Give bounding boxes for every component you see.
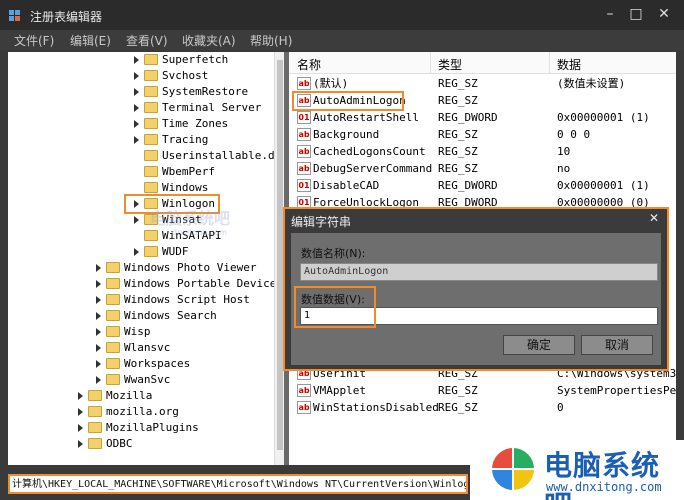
folder-icon xyxy=(106,278,120,289)
dialog-close-icon[interactable]: ✕ xyxy=(649,211,659,225)
expand-arrow-icon[interactable] xyxy=(96,376,101,384)
brand-url: www.dnxitong.com xyxy=(546,480,662,494)
folder-icon xyxy=(106,262,120,273)
title-bar: 注册表编辑器 – □ ✕ xyxy=(0,0,684,30)
value-name-label: 数值名称(N): xyxy=(301,247,366,260)
windows-logo-icon xyxy=(492,448,534,490)
expand-arrow-icon[interactable] xyxy=(96,360,101,368)
menu-bar: 文件(F) 编辑(E) 查看(V) 收藏夹(A) 帮助(H) xyxy=(0,30,684,50)
header-name[interactable]: 名称 xyxy=(297,56,321,73)
watermark-url: dnxitong.com xyxy=(172,228,227,237)
folder-icon xyxy=(144,102,158,113)
string-value-icon: ab xyxy=(297,401,311,414)
expand-arrow-icon[interactable] xyxy=(96,296,101,304)
folder-icon xyxy=(144,166,158,177)
folder-icon xyxy=(106,294,120,305)
expand-arrow-icon[interactable] xyxy=(134,88,139,96)
regedit-icon xyxy=(9,10,20,21)
expand-arrow-icon[interactable] xyxy=(96,312,101,320)
value-row[interactable]: ab (默认) REG_SZ (数值未设置) xyxy=(289,75,676,92)
minimize-button[interactable]: – xyxy=(598,4,622,24)
column-divider xyxy=(549,52,550,74)
expand-arrow-icon[interactable] xyxy=(96,280,101,288)
string-value-icon: ab xyxy=(297,162,311,175)
value-row[interactable]: 01 AutoRestartShell REG_DWORD 0x00000001 (1… xyxy=(289,109,676,126)
watermark-text: 电脑系统吧 xyxy=(150,209,231,228)
menu-help[interactable]: 帮助(H) xyxy=(250,32,292,49)
expand-arrow-icon[interactable] xyxy=(78,408,83,416)
expand-arrow-icon[interactable] xyxy=(134,56,139,64)
string-value-icon: ab xyxy=(297,145,311,158)
folder-icon xyxy=(144,54,158,65)
folder-icon xyxy=(144,150,158,161)
expand-arrow-icon[interactable] xyxy=(134,216,139,224)
header-data[interactable]: 数据 xyxy=(557,56,581,73)
folder-icon xyxy=(106,374,120,385)
ok-button[interactable]: 确定 xyxy=(503,335,575,355)
cancel-button[interactable]: 取消 xyxy=(581,335,653,355)
dword-value-icon: 01 xyxy=(297,111,311,124)
expand-arrow-icon[interactable] xyxy=(96,328,101,336)
folder-icon xyxy=(144,118,158,129)
status-path: 计算机\HKEY_LOCAL_MACHINE\SOFTWARE\Microsof… xyxy=(8,474,468,494)
expand-arrow-icon[interactable] xyxy=(134,72,139,80)
folder-icon xyxy=(106,326,120,337)
dword-value-icon: 01 xyxy=(297,179,311,192)
expand-arrow-icon[interactable] xyxy=(96,344,101,352)
list-header: 名称 类型 数据 xyxy=(289,52,676,74)
folder-icon xyxy=(88,422,102,433)
dialog-title: 编辑字符串 xyxy=(291,215,352,229)
value-row[interactable]: 01 DisableCAD REG_DWORD 0x00000001 (1) xyxy=(289,177,676,194)
menu-edit[interactable]: 编辑(E) xyxy=(70,32,111,49)
folder-icon xyxy=(88,406,102,417)
value-row[interactable]: ab DebugServerCommand REG_SZ no xyxy=(289,160,676,177)
folder-icon xyxy=(106,358,120,369)
folder-icon xyxy=(144,182,158,193)
string-value-icon: ab xyxy=(297,128,311,141)
value-row[interactable]: ab VMApplet REG_SZ SystemPropertiesPer xyxy=(289,382,676,399)
column-divider xyxy=(430,52,431,74)
folder-icon xyxy=(144,134,158,145)
folder-icon xyxy=(144,86,158,97)
folder-icon xyxy=(106,310,120,321)
expand-arrow-icon[interactable] xyxy=(134,120,139,128)
window-title: 注册表编辑器 xyxy=(30,10,103,24)
value-row[interactable]: ab CachedLogonsCount REG_SZ 10 xyxy=(289,143,676,160)
value-row[interactable]: ab WinStationsDisabled REG_SZ 0 xyxy=(289,399,676,416)
expand-arrow-icon[interactable] xyxy=(134,136,139,144)
menu-file[interactable]: 文件(F) xyxy=(14,32,54,49)
expand-arrow-icon[interactable] xyxy=(134,248,139,256)
value-data-highlight xyxy=(294,286,376,328)
expand-arrow-icon[interactable] xyxy=(96,264,101,272)
site-logo: 电脑系统吧 www.dnxitong.com xyxy=(470,440,684,500)
autoadminlogon-highlight xyxy=(292,91,404,111)
folder-icon xyxy=(144,230,158,241)
close-button[interactable]: ✕ xyxy=(652,4,676,24)
folder-icon xyxy=(106,342,120,353)
folder-icon xyxy=(144,246,158,257)
folder-icon xyxy=(144,70,158,81)
string-value-icon: ab xyxy=(297,384,311,397)
value-row[interactable]: ab Background REG_SZ 0 0 0 xyxy=(289,126,676,143)
folder-icon xyxy=(88,438,102,449)
expand-arrow-icon[interactable] xyxy=(78,424,83,432)
expand-arrow-icon[interactable] xyxy=(134,104,139,112)
string-value-icon: ab xyxy=(297,77,311,90)
registry-tree[interactable]: Superfetch Svchost SystemRestore Termina… xyxy=(8,52,284,465)
expand-arrow-icon[interactable] xyxy=(78,440,83,448)
folder-icon xyxy=(88,390,102,401)
expand-arrow-icon[interactable] xyxy=(78,392,83,400)
maximize-button[interactable]: □ xyxy=(624,4,648,24)
menu-view[interactable]: 查看(V) xyxy=(126,32,168,49)
header-type[interactable]: 类型 xyxy=(438,56,462,73)
menu-favorites[interactable]: 收藏夹(A) xyxy=(182,32,236,49)
value-name-field: AutoAdminLogon xyxy=(300,263,658,281)
